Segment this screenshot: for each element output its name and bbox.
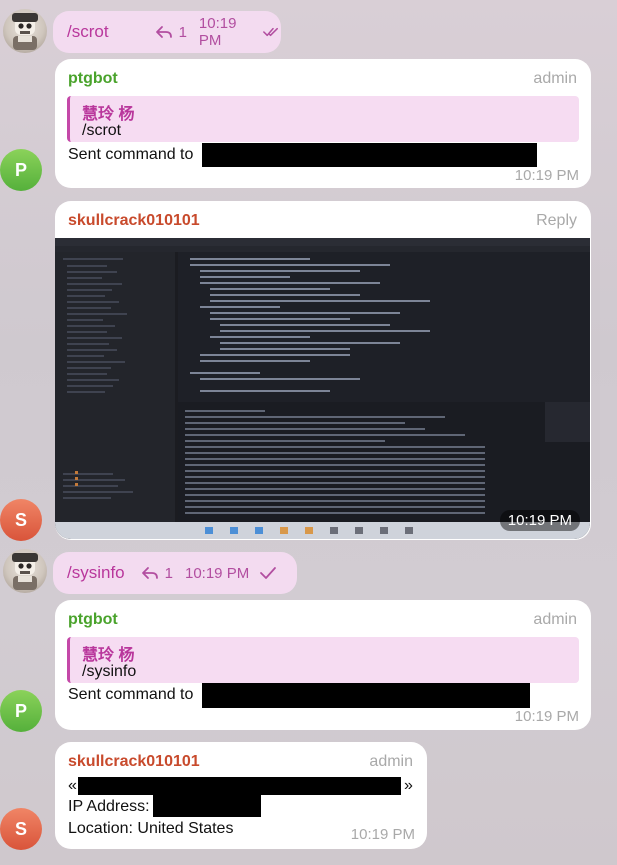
reply-count[interactable]: 1 xyxy=(155,24,187,41)
admin-badge: admin xyxy=(533,611,577,628)
reply-arrow-icon xyxy=(155,26,172,38)
message-bubble-incoming[interactable]: ptgbot admin 慧玲 杨 /sysinfo Sent command … xyxy=(55,600,591,730)
quote-sender: 慧玲 杨 xyxy=(82,647,135,664)
quoted-message[interactable]: 慧玲 杨 /sysinfo xyxy=(67,637,579,683)
quote-text: /scrot xyxy=(82,122,122,139)
screenshot-image[interactable]: 10:19 PM xyxy=(55,238,590,539)
admin-badge: admin xyxy=(369,753,413,770)
message-text: /scrot xyxy=(67,22,109,41)
ide-screenshot-image xyxy=(55,238,590,539)
location-text: Location: United States xyxy=(68,820,234,837)
redaction-bar xyxy=(78,777,401,795)
user-avatar[interactable] xyxy=(3,9,47,53)
message-bubble-outgoing[interactable]: /scrot 1 10:19 PM xyxy=(53,11,281,53)
open-quote: « xyxy=(68,777,77,794)
message-text: Sent command to xyxy=(68,146,194,163)
message-time: 10:19 PM xyxy=(514,167,579,184)
sender-avatar[interactable]: S xyxy=(0,499,42,541)
single-check-icon xyxy=(260,567,277,579)
message-text: Sent command to xyxy=(68,686,194,703)
message-bubble-outgoing[interactable]: /sysinfo 1 10:19 PM xyxy=(53,552,297,594)
reply-count[interactable]: 1 xyxy=(141,565,173,582)
redaction-bar xyxy=(202,143,537,167)
skull-avatar-icon xyxy=(12,13,38,50)
sender-avatar[interactable]: S xyxy=(0,808,42,850)
redaction-bar xyxy=(202,683,530,708)
redaction-bar xyxy=(153,795,261,817)
admin-badge: admin xyxy=(533,70,577,87)
sender-name[interactable]: ptgbot xyxy=(68,70,118,88)
message-bubble-incoming[interactable]: ptgbot admin 慧玲 杨 /scrot Sent command to… xyxy=(55,59,591,188)
sender-avatar[interactable]: P xyxy=(0,149,42,191)
quote-sender: 慧玲 杨 xyxy=(82,106,135,123)
message-bubble-incoming[interactable]: skullcrack010101 admin « » IP Address: L… xyxy=(55,742,427,849)
ip-address-label: IP Address: xyxy=(68,798,150,815)
close-quote: » xyxy=(404,777,413,794)
reply-arrow-icon xyxy=(141,567,158,579)
reply-button[interactable]: Reply xyxy=(536,212,577,230)
message-text: /sysinfo xyxy=(67,563,125,582)
message-time: 10:19 PM xyxy=(514,708,579,725)
user-avatar[interactable] xyxy=(3,549,47,593)
quoted-message[interactable]: 慧玲 杨 /scrot xyxy=(67,96,579,142)
quote-text: /sysinfo xyxy=(82,663,137,680)
sender-avatar[interactable]: P xyxy=(0,690,42,732)
message-time: 10:19 PM xyxy=(499,510,580,531)
sender-name[interactable]: ptgbot xyxy=(68,611,118,629)
sender-name[interactable]: skullcrack010101 xyxy=(68,753,200,771)
message-time: 10:19 PM xyxy=(350,826,415,843)
sender-name[interactable]: skullcrack010101 xyxy=(68,212,200,230)
message-time: 10:19 PM xyxy=(198,15,237,49)
double-check-icon xyxy=(262,27,278,37)
message-time: 10:19 PM xyxy=(184,564,250,582)
skull-avatar-icon xyxy=(12,553,38,590)
